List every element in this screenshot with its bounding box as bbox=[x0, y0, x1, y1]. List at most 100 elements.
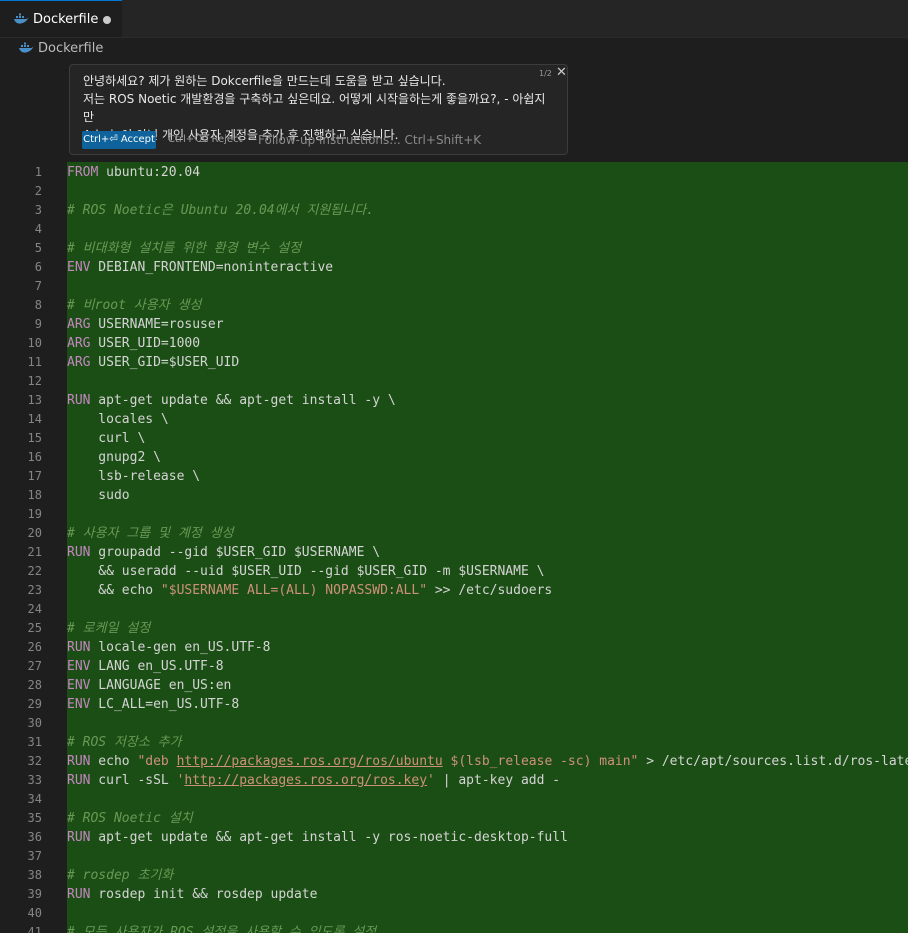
code-line[interactable]: 35 # ROS Noetic 설치 bbox=[0, 809, 908, 828]
code-text: RUN curl -sSL 'http://packages.ros.org/r… bbox=[67, 771, 560, 790]
code-text: # ROS 저장소 추가 bbox=[67, 733, 182, 752]
code-token: # ROS Noetic 설치 bbox=[67, 811, 193, 826]
code-text: FROM ubuntu:20.04 bbox=[67, 163, 200, 182]
code-line[interactable]: 39 RUN rosdep init && rosdep update bbox=[0, 885, 908, 904]
code-line[interactable]: 24 bbox=[0, 600, 908, 619]
chat-page-counter: 1/2 bbox=[539, 69, 552, 78]
code-token: | apt-key add - bbox=[434, 773, 561, 788]
code-line[interactable]: 37 bbox=[0, 847, 908, 866]
code-editor[interactable]: 1 FROM ubuntu:20.04 2 3 # ROS Noetic은 Ubuntu… bbox=[0, 162, 908, 933]
code-line[interactable]: 14 locales \ bbox=[0, 410, 908, 429]
code-token: ENV bbox=[67, 659, 91, 674]
code-line[interactable]: 6 ENV DEBIAN_FRONTEND=noninteractive bbox=[0, 258, 908, 277]
code-text: # ROS Noetic 설치 bbox=[67, 809, 193, 828]
code-line[interactable]: 9 ARG USERNAME=rosuser bbox=[0, 315, 908, 334]
code-token: ARG bbox=[67, 355, 91, 370]
code-text: RUN rosdep init && rosdep update bbox=[67, 885, 317, 904]
code-text: ENV LANG en_US.UTF-8 bbox=[67, 657, 224, 676]
code-line[interactable]: 33 RUN curl -sSL 'http://packages.ros.org… bbox=[0, 771, 908, 790]
chat-message-line: 저는 ROS Noetic 개발환경을 구축하고 싶은데요. 어떻게 시작을하는… bbox=[83, 92, 546, 124]
code-line[interactable]: 41 # 모든 사용자가 ROS 설정을 사용할 수 있도록 설정 bbox=[0, 923, 908, 933]
code-line[interactable]: 36 RUN apt-get update && apt-get install … bbox=[0, 828, 908, 847]
line-number: 6 bbox=[34, 260, 42, 274]
code-text: && useradd --uid $USER_UID --gid $USER_G… bbox=[67, 562, 544, 581]
line-number: 39 bbox=[27, 887, 42, 901]
code-line[interactable]: 30 bbox=[0, 714, 908, 733]
line-number: 38 bbox=[27, 868, 42, 882]
code-line[interactable]: 22 && useradd --uid $USER_UID --gid $USE… bbox=[0, 562, 908, 581]
code-line[interactable]: 29 ENV LC_ALL=en_US.UTF-8 bbox=[0, 695, 908, 714]
code-token: # 사용자 그룹 및 계정 생성 bbox=[67, 526, 234, 541]
code-line[interactable]: 21 RUN groupadd --gid $USER_GID $USERNAME… bbox=[0, 543, 908, 562]
tab-dockerfile[interactable]: Dockerfile bbox=[0, 0, 122, 37]
code-line[interactable]: 10 ARG USER_UID=1000 bbox=[0, 334, 908, 353]
code-token: sudo bbox=[67, 488, 130, 503]
code-line[interactable]: 2 bbox=[0, 182, 908, 201]
code-token: rosdep init && rosdep update bbox=[90, 887, 318, 902]
code-line[interactable]: 17 lsb-release \ bbox=[0, 467, 908, 486]
followup-input[interactable]: Follow-up instructions... Ctrl+Shift+K bbox=[258, 131, 481, 149]
code-line[interactable]: 38 # rosdep 초기화 bbox=[0, 866, 908, 885]
line-number: 4 bbox=[34, 222, 42, 236]
line-number: 15 bbox=[27, 431, 42, 445]
code-line[interactable]: 12 bbox=[0, 372, 908, 391]
code-token: ARG bbox=[67, 336, 91, 351]
code-text: # ROS Noetic은 Ubuntu 20.04에서 지원됩니다. bbox=[67, 201, 374, 220]
tab-title: Dockerfile bbox=[33, 11, 99, 27]
code-line[interactable]: 40 bbox=[0, 904, 908, 923]
code-line[interactable]: 23 && echo "$USERNAME ALL=(ALL) NOPASSWD… bbox=[0, 581, 908, 600]
line-number: 26 bbox=[27, 640, 42, 654]
code-line[interactable]: 26 RUN locale-gen en_US.UTF-8 bbox=[0, 638, 908, 657]
code-text: # rosdep 초기화 bbox=[67, 866, 173, 885]
code-text: sudo bbox=[67, 486, 130, 505]
code-line[interactable]: 3 # ROS Noetic은 Ubuntu 20.04에서 지원됩니다. bbox=[0, 201, 908, 220]
code-line[interactable]: 28 ENV LANGUAGE en_US:en bbox=[0, 676, 908, 695]
code-text: # 모든 사용자가 ROS 설정을 사용할 수 있도록 설정 bbox=[67, 923, 376, 933]
code-text: locales \ bbox=[67, 410, 169, 429]
code-line[interactable]: 18 sudo bbox=[0, 486, 908, 505]
line-number: 14 bbox=[27, 412, 42, 426]
line-number: 8 bbox=[34, 298, 42, 312]
code-token: RUN bbox=[67, 887, 91, 902]
line-number: 5 bbox=[34, 241, 42, 255]
line-number: 29 bbox=[27, 697, 42, 711]
code-line[interactable]: 15 curl \ bbox=[0, 429, 908, 448]
code-line[interactable]: 34 bbox=[0, 790, 908, 809]
code-line[interactable]: 8 # 비root 사용자 생성 bbox=[0, 296, 908, 315]
code-line[interactable]: 27 ENV LANG en_US.UTF-8 bbox=[0, 657, 908, 676]
code-token: locale-gen en_US.UTF-8 bbox=[90, 640, 271, 655]
code-line[interactable]: 16 gnupg2 \ bbox=[0, 448, 908, 467]
code-text: ARG USER_GID=$USER_UID bbox=[67, 353, 239, 372]
code-token: # 비root 사용자 생성 bbox=[67, 298, 202, 313]
reject-button[interactable]: Ctrl+⌫ Reject bbox=[168, 131, 243, 149]
code-line[interactable]: 31 # ROS 저장소 추가 bbox=[0, 733, 908, 752]
accept-button[interactable]: Ctrl+⏎ Accept bbox=[82, 131, 156, 149]
code-line[interactable]: 13 RUN apt-get update && apt-get install … bbox=[0, 391, 908, 410]
code-line[interactable]: 11 ARG USER_GID=$USER_UID bbox=[0, 353, 908, 372]
code-token: groupadd --gid $USER_GID $USERNAME \ bbox=[90, 545, 381, 560]
code-text: RUN echo "deb http://packages.ros.org/ro… bbox=[67, 752, 908, 771]
code-token: RUN bbox=[67, 545, 91, 560]
code-line[interactable]: 4 bbox=[0, 220, 908, 239]
breadcrumb[interactable]: Dockerfile bbox=[18, 38, 103, 58]
line-number: 13 bbox=[27, 393, 42, 407]
code-token: http://packages.ros.org/ros.key bbox=[184, 773, 428, 788]
inline-chat-widget: 안녕하세요? 제가 원하는 Dokcerfile을 만드는데 도움을 받고 싶습… bbox=[69, 64, 568, 155]
code-line[interactable]: 32 RUN echo "deb http://packages.ros.org/… bbox=[0, 752, 908, 771]
code-line[interactable]: 7 bbox=[0, 277, 908, 296]
close-icon[interactable]: ✕ bbox=[556, 65, 567, 80]
unsaved-dot-icon[interactable] bbox=[103, 16, 111, 24]
code-text: && echo "$USERNAME ALL=(ALL) NOPASSWD:AL… bbox=[67, 581, 552, 600]
line-number: 34 bbox=[27, 792, 42, 806]
code-token: LANGUAGE en_US:en bbox=[90, 678, 232, 693]
code-token: USER_GID=$USER_UID bbox=[90, 355, 240, 370]
line-number: 12 bbox=[27, 374, 42, 388]
code-text: # 로케일 설정 bbox=[67, 619, 150, 638]
code-line[interactable]: 19 bbox=[0, 505, 908, 524]
code-line[interactable]: 25 # 로케일 설정 bbox=[0, 619, 908, 638]
code-line[interactable]: 1 FROM ubuntu:20.04 bbox=[0, 163, 908, 182]
code-token: locales \ bbox=[67, 412, 169, 427]
code-line[interactable]: 5 # 비대화형 설치를 위한 환경 변수 설정 bbox=[0, 239, 908, 258]
line-number: 16 bbox=[27, 450, 42, 464]
code-line[interactable]: 20 # 사용자 그룹 및 계정 생성 bbox=[0, 524, 908, 543]
